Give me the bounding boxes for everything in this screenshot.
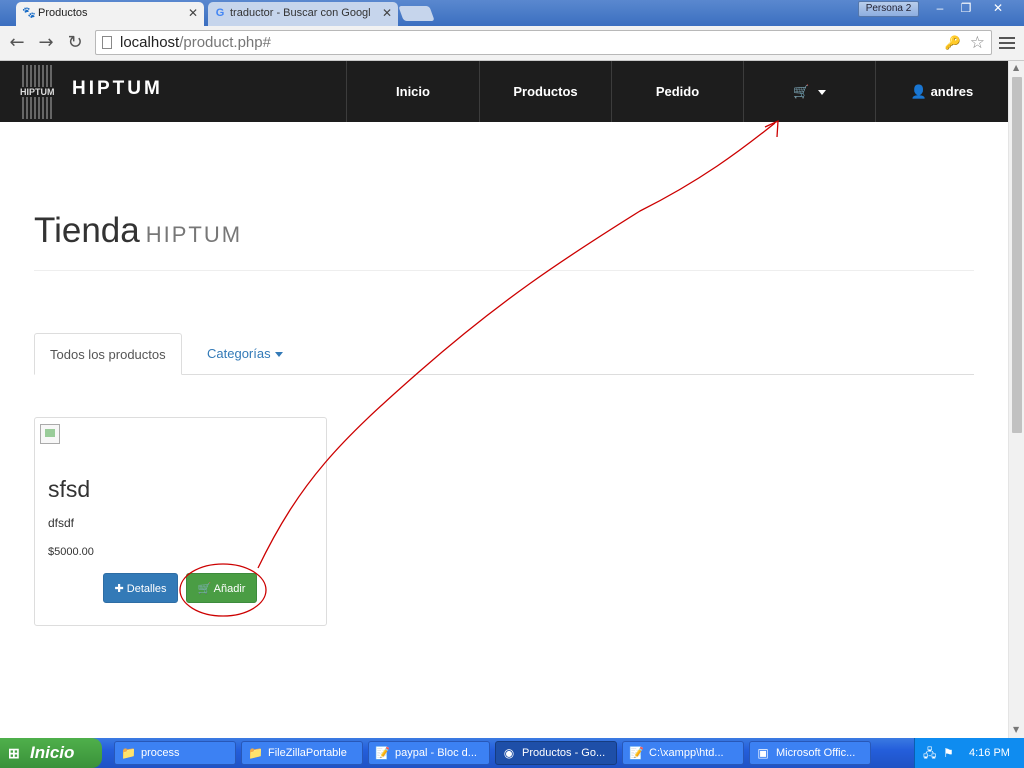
logo-text: HIPTUM — [19, 87, 56, 97]
key-icon[interactable]: 🔑 — [945, 31, 961, 54]
taskbar-item-label: Productos - Go... — [522, 747, 606, 759]
page-scrollbar[interactable]: ▲ ▼ — [1008, 61, 1024, 738]
product-tabs: Todos los productos Categorías — [34, 333, 974, 375]
page-title-small: HIPTUM — [145, 222, 243, 247]
page-title-main: Tienda — [34, 211, 140, 250]
user-name: andres — [930, 84, 974, 99]
site-logo[interactable]: HIPTUM — [19, 65, 56, 119]
clock: 4:16 PM — [969, 747, 1010, 759]
product-card: sfsd dfsdf $5000.00 ✚ Detalles 🛒 Añadir — [34, 417, 327, 626]
page-icon — [102, 36, 112, 49]
taskbar-item-label: C:\xampp\htd... — [649, 747, 724, 759]
site-brand[interactable]: HIPTUM — [72, 78, 163, 100]
folder-icon: 📁 — [121, 746, 136, 760]
annotation-overlay — [179, 119, 779, 617]
tab-title: Productos — [38, 7, 88, 19]
nav-inicio[interactable]: Inicio — [346, 61, 479, 122]
back-icon[interactable]: ← — [6, 32, 28, 54]
product-name: sfsd — [48, 476, 91, 502]
menu-icon[interactable] — [999, 34, 1015, 52]
profile-button[interactable]: Persona 2 — [858, 1, 919, 17]
nav-cart-dropdown[interactable]: 🛒 — [743, 61, 875, 122]
taskbar-item-active[interactable]: ◉ Productos - Go... — [495, 741, 617, 765]
plus-icon: ✚ — [114, 583, 124, 595]
close-tab-icon[interactable]: ✕ — [378, 2, 392, 24]
close-window-button[interactable]: ✕ — [986, 0, 1010, 17]
google-icon: G — [215, 7, 225, 19]
taskbar-item[interactable]: 📝 paypal - Bloc d... — [368, 741, 490, 765]
minimize-button[interactable]: – — [928, 0, 952, 17]
reload-icon[interactable]: ↻ — [64, 32, 86, 54]
site-navbar: HIPTUM HIPTUM Inicio Productos Pedido 🛒 … — [0, 61, 1008, 122]
taskbar-item[interactable]: ▣ Microsoft Offic... — [749, 741, 871, 765]
product-price: $5000.00 — [48, 546, 94, 558]
add-label: Añadir — [213, 583, 246, 595]
tray-app-icon[interactable]: ⚑ — [943, 746, 957, 760]
url-host: localhost — [120, 34, 180, 51]
annotation-arrowhead — [764, 119, 779, 138]
folder-icon: 📁 — [248, 746, 263, 760]
tab-categories-label: Categorías — [207, 346, 271, 361]
chrome-icon: ◉ — [503, 746, 515, 760]
system-tray: 🖧 ⚑ 4:16 PM — [914, 738, 1024, 768]
office-icon: ▣ — [757, 746, 769, 760]
scroll-up-icon[interactable]: ▲ — [1013, 63, 1019, 72]
scrollbar-thumb[interactable] — [1012, 77, 1022, 433]
tab-all-products[interactable]: Todos los productos — [34, 333, 182, 375]
taskbar-item[interactable]: 📁 FileZillaPortable — [241, 741, 363, 765]
taskbar-item-label: paypal - Bloc d... — [395, 747, 477, 759]
add-to-cart-button[interactable]: 🛒 Añadir — [186, 573, 257, 603]
product-image — [40, 424, 60, 444]
url-path: /product.php# — [179, 34, 271, 51]
page-viewport: HIPTUM HIPTUM Inicio Productos Pedido 🛒 … — [0, 61, 1008, 738]
taskbar-item-label: process — [141, 747, 180, 759]
tab-strip: 🐾 Productos ✕ G traductor - Buscar con G… — [0, 0, 1024, 26]
caret-down-icon — [274, 352, 283, 358]
new-tab-button[interactable] — [398, 6, 435, 21]
nav-productos[interactable]: Productos — [479, 61, 611, 122]
restore-button[interactable]: ❐ — [954, 0, 978, 17]
taskbar-item-label: FileZillaPortable — [268, 747, 347, 759]
tab-traductor[interactable]: G traductor - Buscar con Googl ✕ — [208, 2, 398, 26]
browser-window: 🐾 Productos ✕ G traductor - Buscar con G… — [0, 0, 1024, 768]
tab-categories[interactable]: Categorías — [192, 333, 298, 375]
close-tab-icon[interactable]: ✕ — [188, 2, 198, 24]
start-button[interactable]: ⊞ Inicio — [0, 738, 102, 768]
windows-icon: ⊞ — [8, 745, 20, 761]
nav-pedido[interactable]: Pedido — [611, 61, 743, 122]
browser-toolbar: ← → ↻ localhost/product.php# 🔑 ☆ — [0, 26, 1024, 61]
details-label: Detalles — [126, 583, 167, 595]
taskbar-item-label: Microsoft Offic... — [776, 747, 856, 759]
user-icon: 👤 — [910, 84, 927, 99]
taskbar-item[interactable]: 📁 process — [114, 741, 236, 765]
product-description: dfsdf — [48, 516, 75, 530]
taskbar-item[interactable]: 📝 C:\xampp\htd... — [622, 741, 744, 765]
tab-productos[interactable]: 🐾 Productos ✕ — [16, 2, 204, 26]
paw-icon: 🐾 — [22, 7, 36, 19]
bookmark-star-icon[interactable]: ☆ — [970, 31, 985, 54]
cart-icon: 🛒 — [793, 84, 810, 99]
notepad-icon: 📝 — [375, 746, 390, 760]
divider — [34, 270, 974, 271]
cart-icon: 🛒 — [197, 583, 212, 595]
page-title: Tienda HIPTUM — [34, 211, 242, 251]
caret-down-icon — [817, 90, 826, 96]
taskbar: ⊞ Inicio 📁 process 📁 FileZillaPortable 📝 pa… — [0, 738, 1024, 768]
nav-user[interactable]: 👤 andres — [875, 61, 1008, 122]
address-bar[interactable]: localhost/product.php# 🔑 ☆ — [95, 30, 992, 55]
network-icon[interactable]: 🖧 — [923, 746, 937, 760]
notepad-icon: 📝 — [629, 746, 644, 760]
tab-title: traductor - Buscar con Googl — [230, 7, 371, 19]
start-label: Inicio — [30, 743, 75, 762]
forward-icon[interactable]: → — [35, 32, 57, 54]
scroll-down-icon[interactable]: ▼ — [1013, 725, 1019, 734]
details-button[interactable]: ✚ Detalles — [103, 573, 178, 603]
